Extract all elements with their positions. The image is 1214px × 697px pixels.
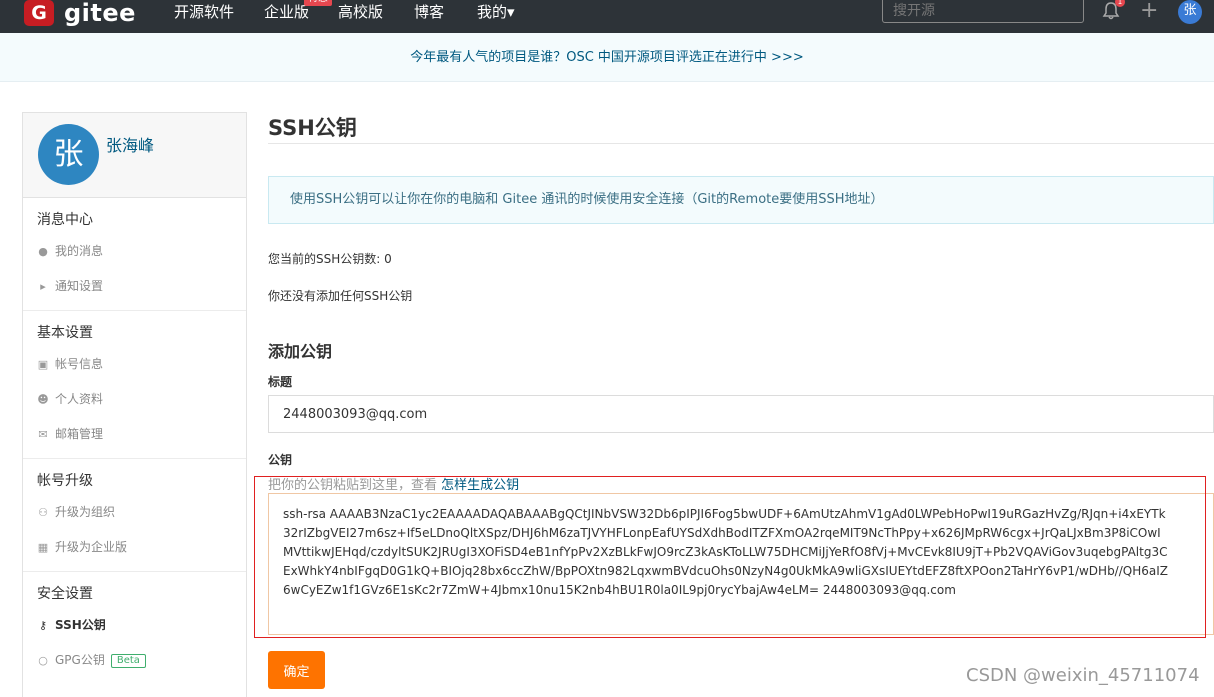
username-link[interactable]: 张海峰	[106, 132, 154, 156]
sidebar-item-label: 升级为企业版	[55, 540, 128, 554]
title-label: 标题	[268, 375, 293, 389]
id-card-icon: ▣	[37, 357, 49, 371]
how-to-generate-key-link[interactable]: 怎样生成公钥	[441, 478, 519, 493]
nav-avatar[interactable]: 张	[1178, 0, 1202, 24]
sidebar-section-title: 基本设置	[37, 325, 93, 341]
info-message: 使用SSH公钥可以让你在你的电脑和 Gitee 通讯的时候使用安全连接（Git的…	[268, 176, 1214, 224]
sidebar-item-ssh-keys[interactable]: ⚷ SSH公钥	[23, 608, 246, 643]
hot-badge: 特惠	[304, 0, 332, 6]
sidebar-item-label: 个人资料	[55, 392, 104, 406]
sidebar-item-upgrade-enterprise[interactable]: ▦ 升级为企业版	[23, 530, 246, 565]
title-field[interactable]	[268, 395, 1214, 433]
sidebar-section-upgrade: 帐号升级 ⚇ 升级为组织 ▦ 升级为企业版	[23, 459, 246, 572]
notification-count-badge: 1	[1115, 0, 1125, 7]
profile-card: 张 张海峰	[23, 113, 246, 198]
add-key-heading: 添加公钥	[268, 342, 333, 361]
sidebar-item-label: 升级为组织	[55, 505, 116, 519]
sidebar-section-title: 消息中心	[37, 212, 93, 228]
settings-sidebar: 张 张海峰 消息中心 ● 我的消息 ▸ 通知设置 基本设置 ▣ 帐号信息 ☻ 个…	[22, 112, 247, 697]
sidebar-item-profile[interactable]: ☻ 个人资料	[23, 382, 246, 417]
sidebar-section-basic: 基本设置 ▣ 帐号信息 ☻ 个人资料 ✉ 邮箱管理	[23, 311, 246, 459]
sidebar-item-notification-settings[interactable]: ▸ 通知设置	[23, 269, 246, 304]
gitee-logo-text: gitee	[64, 0, 136, 27]
lock-icon: ○	[38, 653, 48, 667]
ssh-key-count: 您当前的SSH公钥数: 0	[268, 252, 392, 266]
sidebar-item-account-info[interactable]: ▣ 帐号信息	[23, 347, 246, 382]
sidebar-item-email[interactable]: ✉ 邮箱管理	[23, 417, 246, 452]
no-keys-message: 你还没有添加任何SSH公钥	[268, 289, 413, 303]
confirm-button[interactable]: 确定	[268, 651, 325, 689]
building-icon: ▦	[37, 540, 49, 554]
plus-icon[interactable]: +	[1140, 0, 1158, 22]
sidebar-item-upgrade-org[interactable]: ⚇ 升级为组织	[23, 495, 246, 530]
group-icon: ⚇	[38, 505, 48, 519]
watermark: CSDN @weixin_45711074	[966, 665, 1200, 686]
nav-mine[interactable]: 我的▾	[477, 1, 515, 22]
key-hint: 把你的公钥粘贴到这里，查看 怎样生成公钥	[268, 474, 519, 493]
gitee-logo[interactable]: G gitee	[24, 0, 136, 27]
beta-badge: Beta	[110, 653, 146, 668]
page-title: SSH公钥	[268, 116, 357, 140]
gitee-logo-icon: G	[24, 0, 54, 26]
speaker-icon: ▸	[40, 279, 46, 293]
sidebar-item-label: 通知设置	[55, 279, 104, 293]
sidebar-item-my-messages[interactable]: ● 我的消息	[23, 234, 246, 269]
sidebar-section-messages: 消息中心 ● 我的消息 ▸ 通知设置	[23, 198, 246, 311]
sidebar-item-label: 帐号信息	[55, 357, 104, 371]
key-label: 公钥	[268, 453, 293, 467]
nav-enterprise[interactable]: 企业版	[264, 1, 309, 22]
search-input[interactable]	[882, 0, 1084, 23]
mail-icon: ✉	[38, 427, 48, 441]
top-nav: G gitee 开源软件 企业版 特惠 高校版 博客 我的▾ 1 + 张	[0, 0, 1214, 33]
key-hint-text: 把你的公钥粘贴到这里，查看	[268, 478, 438, 493]
announcement-banner[interactable]: 今年最有人气的项目是谁？OSC 中国开源项目评选正在进行中 >>>	[0, 33, 1214, 82]
bell-icon: ●	[38, 244, 48, 258]
nav-blog[interactable]: 博客	[414, 1, 444, 22]
sidebar-section-title: 帐号升级	[37, 473, 93, 489]
key-icon: ⚷	[38, 618, 48, 632]
nav-open-source[interactable]: 开源软件	[174, 1, 234, 22]
sidebar-item-gpg-keys[interactable]: ○ GPG公钥 Beta	[23, 643, 246, 678]
public-key-textarea[interactable]: ssh-rsa AAAAB3NzaC1yc2EAAAADAQABAAABgQCt…	[268, 493, 1214, 635]
sidebar-item-label: GPG公钥	[55, 653, 105, 667]
divider	[268, 143, 1214, 144]
user-icon: ☻	[37, 392, 49, 406]
sidebar-section-security: 安全设置 ⚷ SSH公钥 ○ GPG公钥 Beta	[23, 572, 246, 684]
sidebar-item-label: 邮箱管理	[55, 427, 104, 441]
sidebar-item-label: SSH公钥	[55, 618, 106, 632]
avatar[interactable]: 张	[38, 124, 99, 185]
nav-education[interactable]: 高校版	[338, 1, 383, 22]
sidebar-item-label: 我的消息	[55, 244, 104, 258]
sidebar-section-title: 安全设置	[37, 586, 93, 602]
